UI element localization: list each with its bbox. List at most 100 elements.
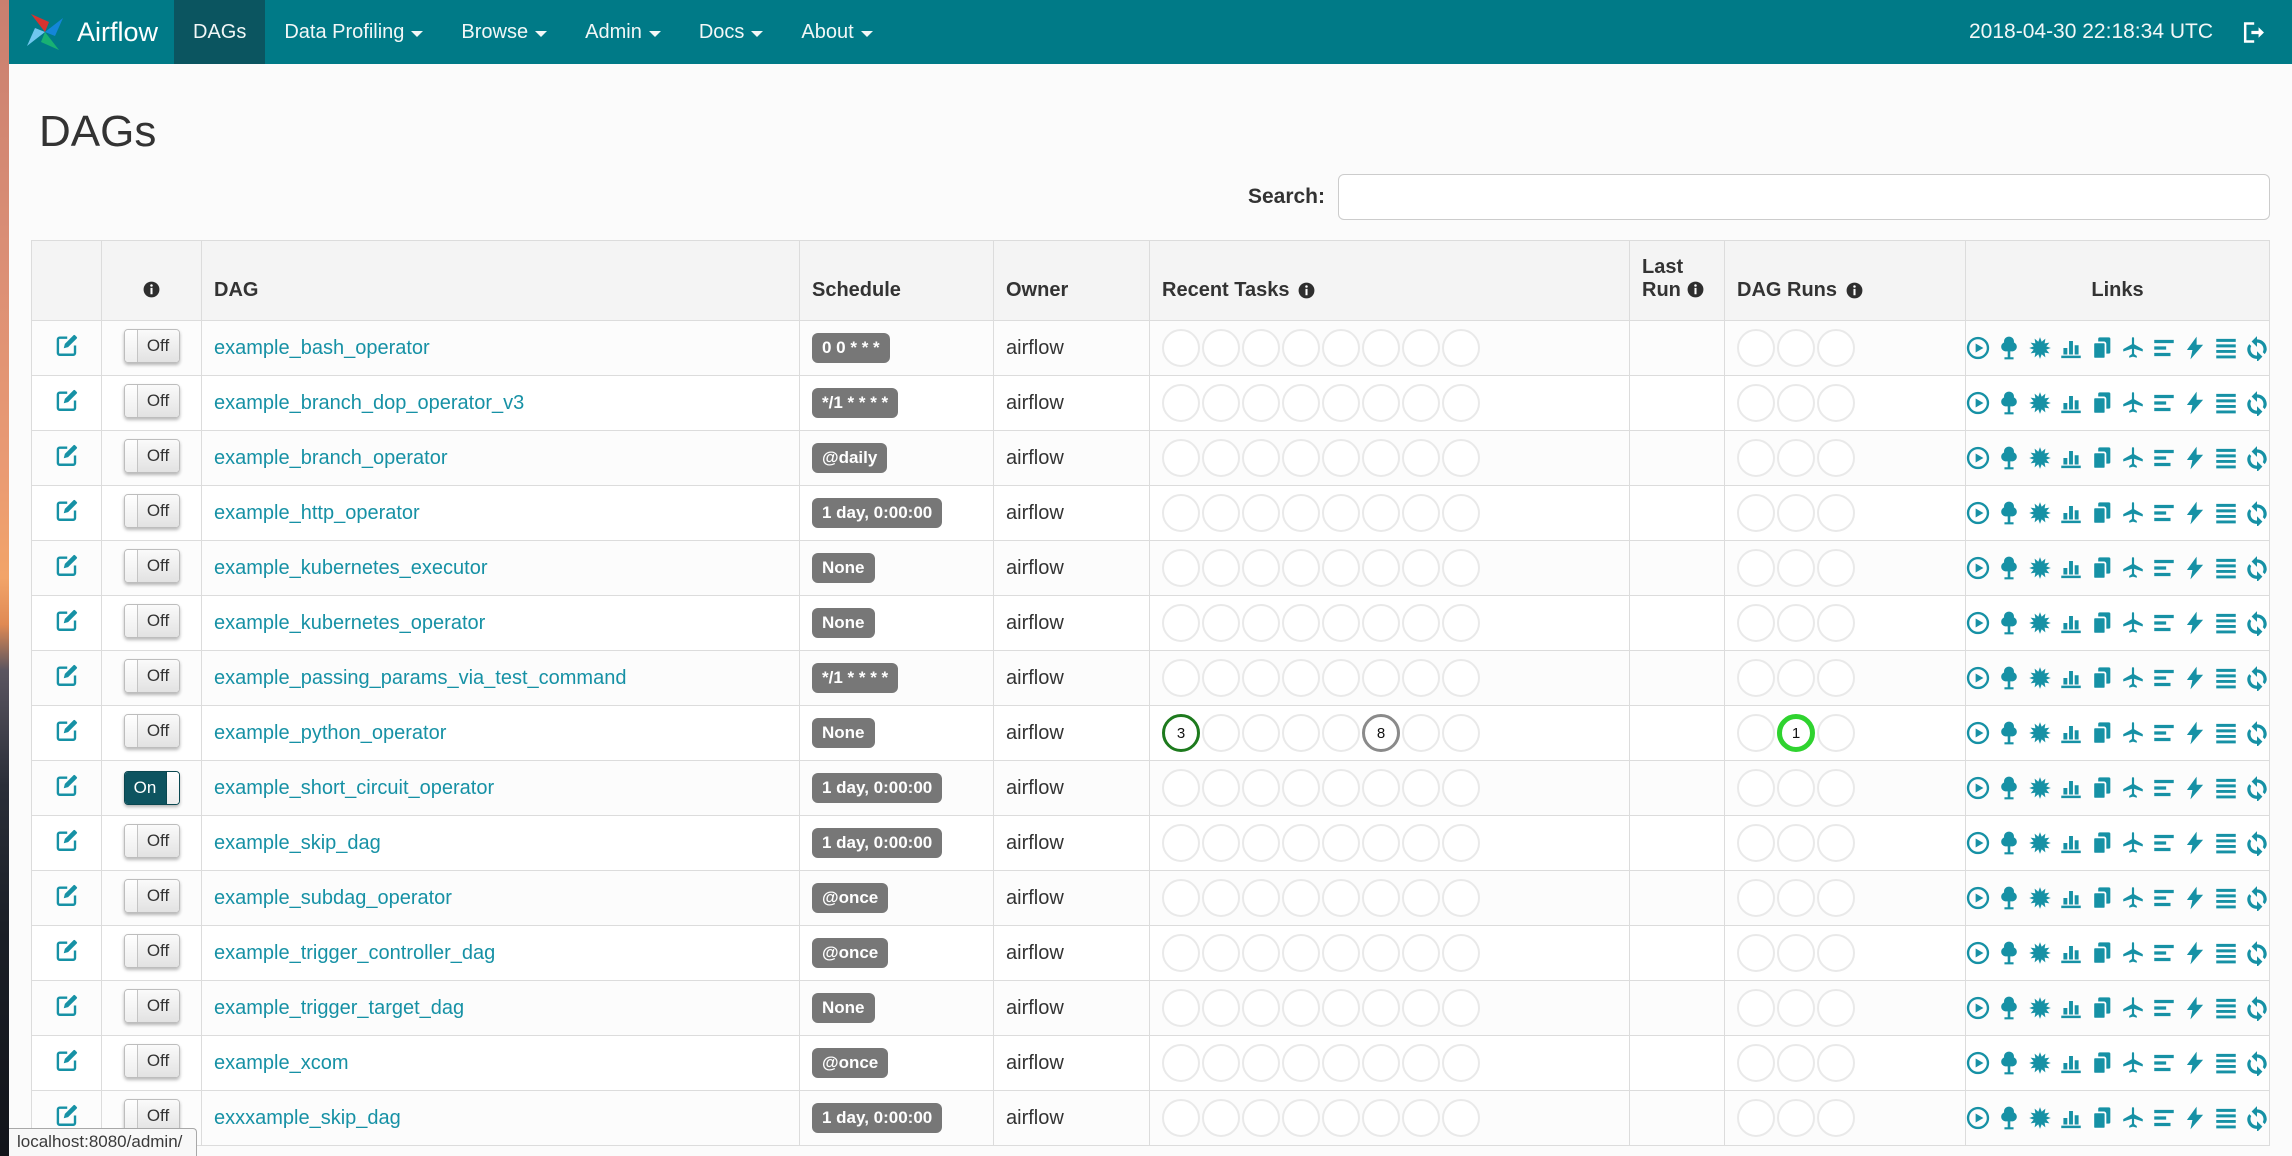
refresh-link[interactable] (2244, 1050, 2270, 1076)
code-view-link[interactable] (2182, 1105, 2208, 1131)
dag-details-link[interactable] (2213, 995, 2239, 1021)
landing-times-link[interactable] (2120, 940, 2146, 966)
edit-dag-button[interactable] (54, 992, 80, 1018)
task-duration-link[interactable] (2058, 1050, 2084, 1076)
task-duration-link[interactable] (2058, 885, 2084, 911)
nav-item-docs[interactable]: Docs (680, 0, 783, 64)
refresh-link[interactable] (2244, 775, 2270, 801)
task-tries-link[interactable] (2089, 390, 2115, 416)
dag-details-link[interactable] (2213, 885, 2239, 911)
dag-details-link[interactable] (2213, 335, 2239, 361)
dag-details-link[interactable] (2213, 1050, 2239, 1076)
edit-dag-button[interactable] (54, 937, 80, 963)
landing-times-link[interactable] (2120, 610, 2146, 636)
graph-view-link[interactable] (2027, 665, 2053, 691)
dag-details-link[interactable] (2213, 830, 2239, 856)
refresh-link[interactable] (2244, 1105, 2270, 1131)
refresh-link[interactable] (2244, 940, 2270, 966)
graph-view-link[interactable] (2027, 885, 2053, 911)
tree-view-link[interactable] (1996, 555, 2022, 581)
dag-link[interactable]: example_skip_dag (214, 832, 381, 854)
graph-view-link[interactable] (2027, 390, 2053, 416)
airflow-brand[interactable]: Airflow (9, 10, 174, 54)
graph-view-link[interactable] (2027, 940, 2053, 966)
trigger-dag-link[interactable] (1965, 1105, 1991, 1131)
sign-out-button[interactable] (2239, 19, 2266, 46)
trigger-dag-link[interactable] (1965, 940, 1991, 966)
gantt-view-link[interactable] (2151, 885, 2177, 911)
code-view-link[interactable] (2182, 1050, 2208, 1076)
edit-dag-button[interactable] (54, 772, 80, 798)
trigger-dag-link[interactable] (1965, 555, 1991, 581)
dag-link[interactable]: example_short_circuit_operator (214, 777, 494, 799)
refresh-link[interactable] (2244, 555, 2270, 581)
refresh-link[interactable] (2244, 720, 2270, 746)
trigger-dag-link[interactable] (1965, 830, 1991, 856)
trigger-dag-link[interactable] (1965, 445, 1991, 471)
gantt-view-link[interactable] (2151, 995, 2177, 1021)
graph-view-link[interactable] (2027, 445, 2053, 471)
edit-dag-button[interactable] (54, 332, 80, 358)
dag-details-link[interactable] (2213, 1105, 2239, 1131)
gantt-view-link[interactable] (2151, 775, 2177, 801)
gantt-view-link[interactable] (2151, 1050, 2177, 1076)
tree-view-link[interactable] (1996, 665, 2022, 691)
task-duration-link[interactable] (2058, 335, 2084, 361)
dag-pause-toggle[interactable]: Off (123, 328, 180, 363)
gantt-view-link[interactable] (2151, 830, 2177, 856)
dag-pause-toggle[interactable]: Off (123, 438, 180, 473)
task-duration-link[interactable] (2058, 390, 2084, 416)
graph-view-link[interactable] (2027, 775, 2053, 801)
edit-dag-button[interactable] (54, 387, 80, 413)
refresh-link[interactable] (2244, 830, 2270, 856)
graph-view-link[interactable] (2027, 335, 2053, 361)
refresh-link[interactable] (2244, 995, 2270, 1021)
nav-item-admin[interactable]: Admin (566, 0, 680, 64)
gantt-view-link[interactable] (2151, 390, 2177, 416)
gantt-view-link[interactable] (2151, 335, 2177, 361)
dag-details-link[interactable] (2213, 555, 2239, 581)
gantt-view-link[interactable] (2151, 940, 2177, 966)
landing-times-link[interactable] (2120, 390, 2146, 416)
nav-item-about[interactable]: About (782, 0, 891, 64)
landing-times-link[interactable] (2120, 885, 2146, 911)
gantt-view-link[interactable] (2151, 1105, 2177, 1131)
task-tries-link[interactable] (2089, 555, 2115, 581)
dag-pause-toggle[interactable]: Off (123, 933, 180, 968)
task-tries-link[interactable] (2089, 1050, 2115, 1076)
dag-link[interactable]: example_branch_dop_operator_v3 (214, 392, 524, 414)
graph-view-link[interactable] (2027, 1105, 2053, 1131)
trigger-dag-link[interactable] (1965, 335, 1991, 361)
code-view-link[interactable] (2182, 665, 2208, 691)
task-tries-link[interactable] (2089, 885, 2115, 911)
graph-view-link[interactable] (2027, 1050, 2053, 1076)
trigger-dag-link[interactable] (1965, 1050, 1991, 1076)
code-view-link[interactable] (2182, 500, 2208, 526)
dag-details-link[interactable] (2213, 445, 2239, 471)
tree-view-link[interactable] (1996, 500, 2022, 526)
dag-pause-toggle[interactable]: On (123, 771, 180, 805)
landing-times-link[interactable] (2120, 335, 2146, 361)
code-view-link[interactable] (2182, 775, 2208, 801)
dag-link[interactable]: example_http_operator (214, 502, 420, 524)
dag-link[interactable]: example_branch_operator (214, 447, 448, 469)
refresh-link[interactable] (2244, 665, 2270, 691)
trigger-dag-link[interactable] (1965, 390, 1991, 416)
dag-pause-toggle[interactable]: Off (123, 823, 180, 858)
task-tries-link[interactable] (2089, 500, 2115, 526)
dag-link[interactable]: example_python_operator (214, 722, 446, 744)
code-view-link[interactable] (2182, 830, 2208, 856)
task-duration-link[interactable] (2058, 555, 2084, 581)
landing-times-link[interactable] (2120, 555, 2146, 581)
edit-dag-button[interactable] (54, 662, 80, 688)
tree-view-link[interactable] (1996, 1050, 2022, 1076)
tree-view-link[interactable] (1996, 940, 2022, 966)
graph-view-link[interactable] (2027, 500, 2053, 526)
edit-dag-button[interactable] (54, 717, 80, 743)
code-view-link[interactable] (2182, 720, 2208, 746)
dag-link[interactable]: exxxample_skip_dag (214, 1107, 401, 1129)
tree-view-link[interactable] (1996, 830, 2022, 856)
search-input[interactable] (1338, 174, 2270, 220)
dag-run-circle[interactable]: 1 (1777, 714, 1815, 752)
landing-times-link[interactable] (2120, 830, 2146, 856)
